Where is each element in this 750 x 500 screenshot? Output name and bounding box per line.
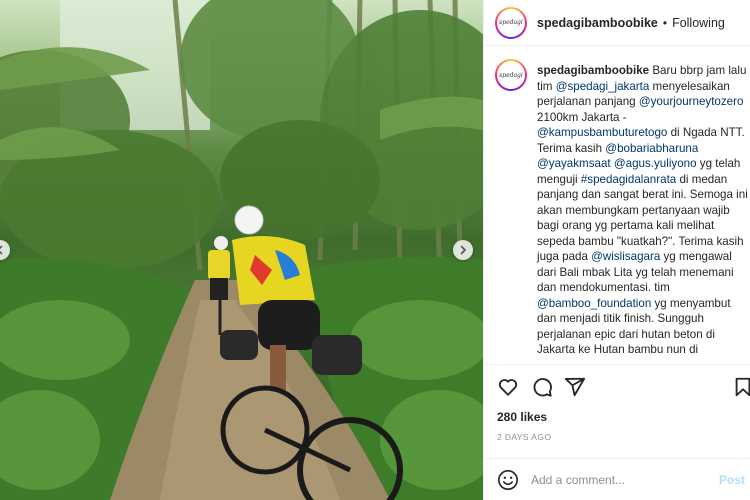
action-bar — [484, 364, 750, 408]
separator-dot: • — [662, 15, 668, 30]
next-photo-button[interactable] — [453, 240, 473, 260]
caption-avatar[interactable]: spedagi — [495, 59, 527, 91]
comment-input[interactable] — [531, 472, 716, 487]
mention-link[interactable]: @bamboo_foundation — [537, 297, 651, 310]
caption-username[interactable]: spedagibamboobike — [537, 64, 649, 77]
likes-count[interactable]: 280 likes — [497, 410, 547, 424]
header-username[interactable]: spedagibamboobike — [537, 16, 658, 30]
like-button[interactable] — [497, 376, 519, 398]
mention-link[interactable]: @wislisagara — [591, 250, 660, 263]
post-date: 2 DAYS AGO — [497, 432, 552, 442]
hashtag-link[interactable]: #spedagidalanrata — [581, 173, 676, 186]
mention-link[interactable]: @bobariabharuna — [605, 142, 698, 155]
caption-text: spedagibamboobike Baru bbrp jam lalu tim… — [537, 63, 749, 358]
share-button[interactable] — [564, 376, 586, 398]
chevron-left-icon — [0, 245, 3, 255]
chevron-right-icon — [460, 245, 467, 255]
heart-icon — [498, 379, 518, 396]
emoji-button[interactable] — [496, 468, 520, 492]
comment-icon — [533, 378, 552, 397]
share-icon — [564, 377, 586, 397]
caption-section: spedagi spedagibamboobike Baru bbrp jam … — [484, 47, 750, 363]
mention-link[interactable]: @agus.yuliyono — [614, 157, 697, 170]
mention-link[interactable]: @spedagi_jakarta — [556, 80, 650, 93]
post-photo[interactable] — [0, 0, 483, 500]
comment-button[interactable] — [531, 376, 553, 398]
avatar-logo: spedagi — [497, 8, 525, 37]
bookmark-icon — [735, 377, 750, 397]
post-side-panel: spedagi spedagibamboobike • Following sp… — [483, 0, 750, 500]
post-header: spedagi spedagibamboobike • Following — [484, 0, 750, 46]
avatar[interactable]: spedagi — [495, 6, 527, 39]
mention-link[interactable]: @kampusbambuturetogo — [537, 126, 667, 139]
following-button[interactable]: Following — [672, 16, 725, 30]
comment-bar: Post — [484, 458, 750, 500]
cycling-photo-illustration — [0, 0, 483, 500]
mention-link[interactable]: @yourjourneytozero — [639, 95, 744, 108]
smiley-icon — [498, 469, 518, 490]
post-comment-button[interactable]: Post — [719, 473, 745, 487]
caption-fragment: 2100km Jakarta - — [537, 110, 627, 124]
mention-link[interactable]: @yayakmsaat — [537, 157, 611, 170]
avatar-logo: spedagi — [497, 61, 525, 89]
save-button[interactable] — [732, 376, 750, 398]
